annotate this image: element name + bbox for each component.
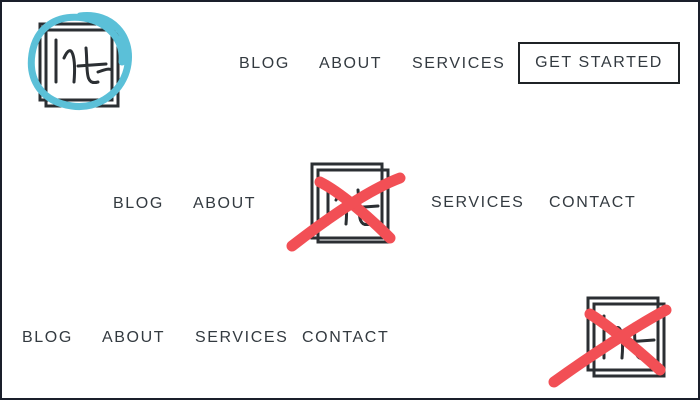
- header-variant-bottom-logo[interactable]: [548, 294, 680, 388]
- bottom-nav-link-about[interactable]: ABOUT: [102, 330, 165, 346]
- top-nav-link-about[interactable]: ABOUT: [319, 56, 382, 72]
- bottom-nav-link-services[interactable]: SERVICES: [195, 330, 288, 346]
- x-mark-icon: [548, 304, 672, 388]
- get-started-button[interactable]: GET STARTED: [518, 42, 680, 84]
- bottom-nav-link-blog[interactable]: BLOG: [22, 330, 73, 346]
- x-mark-icon: [286, 172, 406, 252]
- middle-nav-link-services[interactable]: SERVICES: [431, 195, 524, 211]
- top-nav-link-services[interactable]: SERVICES: [412, 56, 505, 72]
- middle-nav-link-about[interactable]: ABOUT: [193, 196, 256, 212]
- middle-nav-link-contact[interactable]: CONTACT: [549, 195, 636, 211]
- circle-highlight-icon: [27, 12, 132, 111]
- top-nav-link-blog[interactable]: BLOG: [239, 56, 290, 72]
- bottom-nav-link-contact[interactable]: CONTACT: [302, 330, 389, 346]
- mockup-frame: BLOG ABOUT SERVICES GET STARTED BLOG ABO…: [0, 0, 700, 400]
- header-variant-middle-logo[interactable]: [286, 162, 408, 252]
- middle-nav-link-blog[interactable]: BLOG: [113, 196, 164, 212]
- header-variant-top-logo[interactable]: [27, 10, 138, 111]
